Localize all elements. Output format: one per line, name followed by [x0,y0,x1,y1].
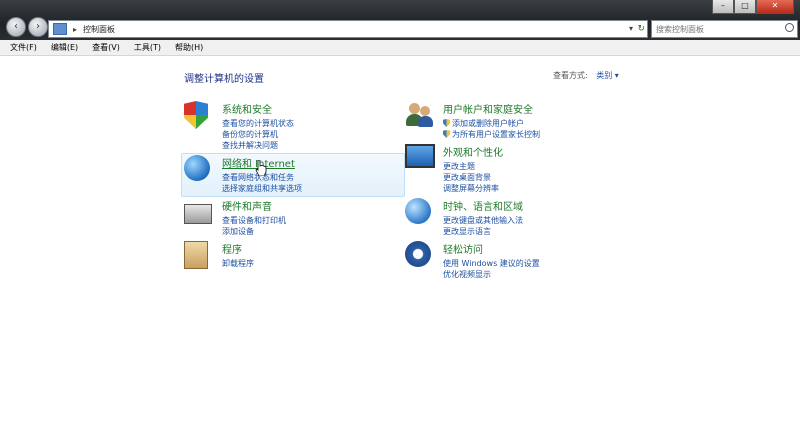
link-display-language[interactable]: 更改显示语言 [443,226,523,237]
programs-box-icon[interactable] [184,241,214,271]
link-backup[interactable]: 备份您的计算机 [222,129,294,140]
menu-view[interactable]: 查看(V) [92,42,120,53]
control-panel-icon [53,23,67,35]
breadcrumb-control-panel[interactable]: 控制面板 [83,24,115,35]
link-uninstall[interactable]: 卸载程序 [222,258,254,269]
link-optimize-display[interactable]: 优化视频显示 [443,269,540,280]
view-by-label: 查看方式: [553,71,588,80]
link-change-theme[interactable]: 更改主题 [443,161,503,172]
uac-shield-icon [443,130,450,138]
category-title[interactable]: 系统和安全 [222,101,294,116]
link-add-device[interactable]: 添加设备 [222,226,286,237]
maximize-button[interactable]: □ [734,0,756,14]
nav-buttons: ‹ › [6,17,50,37]
category-title[interactable]: 时钟、语言和区域 [443,198,523,213]
category-ease-of-access: 轻松访问 使用 Windows 建议的设置 优化视频显示 [405,241,540,280]
printer-icon[interactable] [184,198,214,228]
search-input[interactable] [652,21,780,37]
network-globe-icon[interactable] [184,155,214,185]
address-dropdown-icon[interactable]: ▾ [629,21,633,37]
category-appearance: 外观和个性化 更改主题 更改桌面背景 调整屏幕分辨率 [405,144,503,194]
forward-button[interactable]: › [28,17,48,37]
minimize-button[interactable]: – [712,0,734,14]
accessibility-icon[interactable] [405,241,435,271]
view-by: 查看方式: 类别 ▾ [553,70,619,81]
category-title[interactable]: 硬件和声音 [222,198,286,213]
link-homegroup[interactable]: 选择家庭组和共享选项 [222,183,302,194]
menu-tools[interactable]: 工具(T) [134,42,161,53]
category-hardware-sound: 硬件和声音 查看设备和打印机 添加设备 [184,198,286,237]
monitor-icon[interactable] [405,144,435,174]
menu-bar: 文件(F) 编辑(E) 查看(V) 工具(T) 帮助(H) [0,40,800,56]
category-title[interactable]: 用户帐户和家庭安全 [443,101,540,116]
window-controls: – □ ✕ [712,0,794,14]
link-troubleshoot[interactable]: 查找并解决问题 [222,140,294,151]
link-parental-controls[interactable]: 为所有用户设置家长控制 [443,129,540,140]
back-button[interactable]: ‹ [6,17,26,37]
category-programs: 程序 卸载程序 [184,241,254,271]
window-title-bar: – □ ✕ ‹ › ▸ 控制面板 ▾ ↻ [0,0,800,40]
users-icon[interactable] [405,101,435,131]
breadcrumb-separator: ▸ [73,24,78,34]
refresh-icon[interactable]: ↻ [637,21,645,37]
category-title[interactable]: 外观和个性化 [443,144,503,159]
category-title[interactable]: 轻松访问 [443,241,540,256]
category-system-security: 系统和安全 查看您的计算机状态 备份您的计算机 查找并解决问题 [184,101,294,151]
category-title[interactable]: 程序 [222,241,254,256]
uac-shield-icon [443,119,450,127]
clock-globe-icon[interactable] [405,198,435,228]
view-by-dropdown[interactable]: 类别 ▾ [596,71,619,80]
menu-edit[interactable]: 编辑(E) [51,42,78,53]
menu-help[interactable]: 帮助(H) [175,42,203,53]
search-box[interactable] [651,20,798,38]
category-network-internet: 网络和 Internet 查看网络状态和任务 选择家庭组和共享选项 [184,155,302,194]
link-keyboard-input[interactable]: 更改键盘或其他输入法 [443,215,523,226]
link-desktop-background[interactable]: 更改桌面背景 [443,172,503,183]
address-bar[interactable]: ▸ 控制面板 ▾ ↻ [48,20,648,38]
search-icon[interactable] [785,23,794,32]
category-clock-language: 时钟、语言和区域 更改键盘或其他输入法 更改显示语言 [405,198,523,237]
menu-file[interactable]: 文件(F) [10,42,37,53]
link-devices-printers[interactable]: 查看设备和打印机 [222,215,286,226]
close-button[interactable]: ✕ [756,0,794,14]
link-screen-resolution[interactable]: 调整屏幕分辨率 [443,183,503,194]
link-windows-suggest[interactable]: 使用 Windows 建议的设置 [443,258,540,269]
shield-icon[interactable] [184,101,214,131]
link-add-remove-accounts[interactable]: 添加或删除用户帐户 [443,118,540,129]
page-title: 调整计算机的设置 [184,74,264,85]
link-view-status[interactable]: 查看您的计算机状态 [222,118,294,129]
category-user-accounts: 用户帐户和家庭安全 添加或删除用户帐户 为所有用户设置家长控制 [405,101,540,140]
